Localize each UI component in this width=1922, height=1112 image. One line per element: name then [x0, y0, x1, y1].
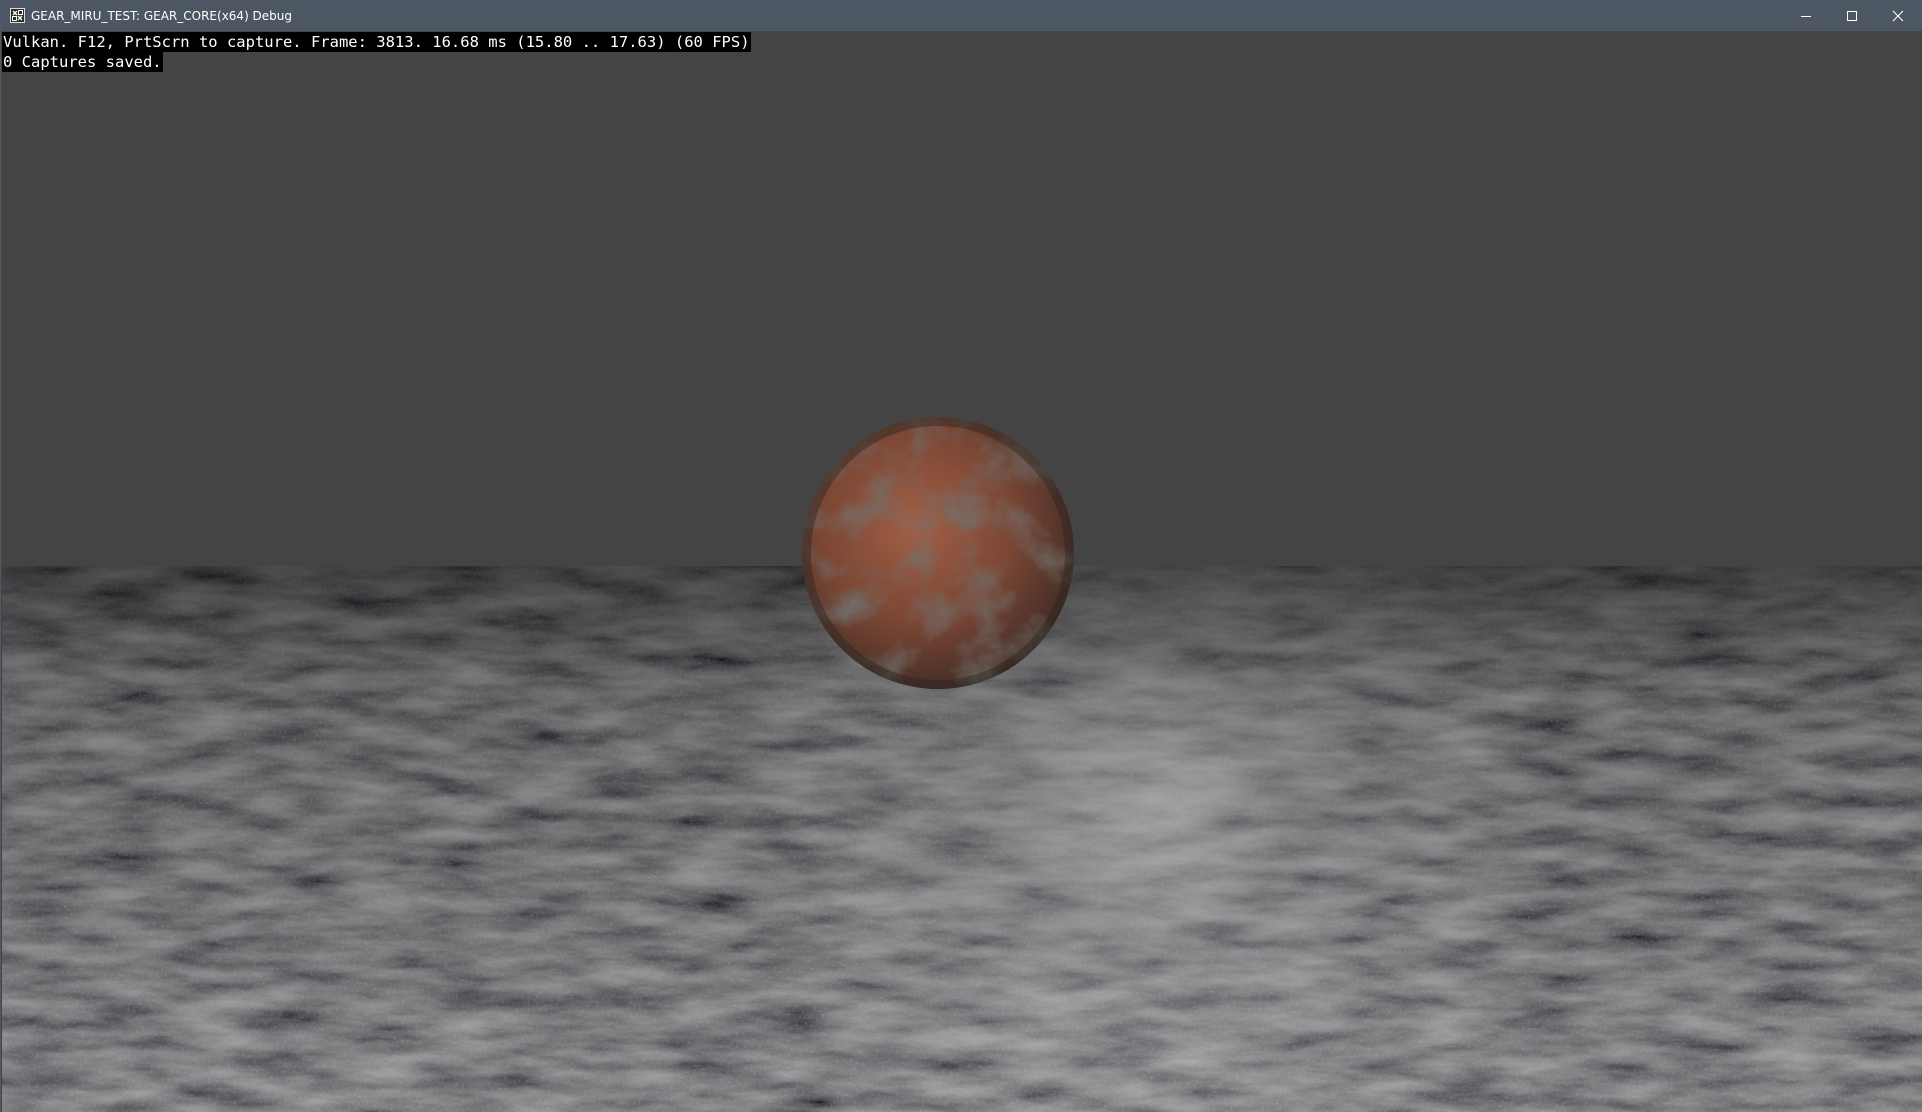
app-icon	[10, 8, 25, 23]
captures-text: 0 Captures saved.	[2, 52, 163, 72]
close-icon	[1892, 10, 1904, 22]
window-title: GEAR_MIRU_TEST: GEAR_CORE(x64) Debug	[31, 9, 293, 23]
render-viewport[interactable]	[2, 31, 1922, 1112]
debug-overlay: Vulkan. F12, PrtScrn to capture. Frame: …	[2, 32, 751, 72]
minimize-icon	[1801, 16, 1811, 17]
frame-stats-text: Vulkan. F12, PrtScrn to capture. Frame: …	[2, 32, 751, 52]
minimize-button[interactable]	[1783, 1, 1829, 31]
scene-canvas	[2, 31, 1922, 1112]
close-button[interactable]	[1875, 1, 1921, 31]
maximize-icon	[1847, 11, 1857, 21]
title-bar[interactable]: GEAR_MIRU_TEST: GEAR_CORE(x64) Debug	[1, 1, 1921, 31]
planet-sphere	[802, 417, 1074, 689]
app-window: GEAR_MIRU_TEST: GEAR_CORE(x64) Debug Vul…	[0, 0, 1922, 1112]
maximize-button[interactable]	[1829, 1, 1875, 31]
